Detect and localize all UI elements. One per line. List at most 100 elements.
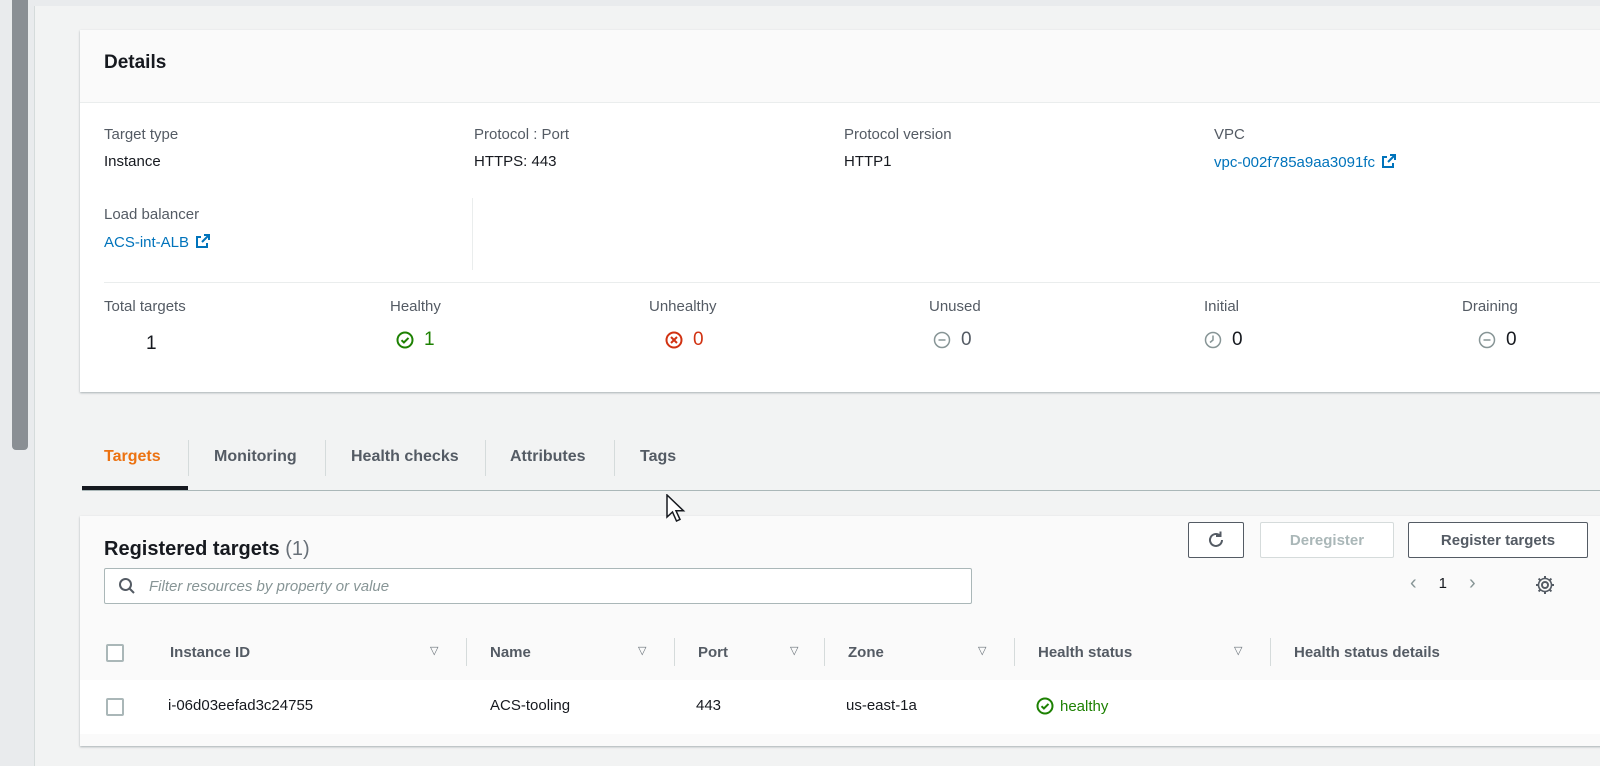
cell-health-status: healthy xyxy=(1036,697,1108,715)
refresh-icon xyxy=(1209,531,1223,547)
table-row[interactable]: i-06d03eefad3c24755 ACS-tooling 443 us-e… xyxy=(80,680,1600,734)
external-link-icon[interactable] xyxy=(195,233,211,249)
sort-caret-icon[interactable]: ▽ xyxy=(790,644,798,657)
instance-id-link[interactable]: i-06d03eefad3c24755 xyxy=(168,697,313,714)
pagination: ‹ 1 › xyxy=(1410,572,1476,595)
tab-targets[interactable]: Targets xyxy=(104,448,161,466)
registered-targets-heading: Registered targets (1) xyxy=(104,538,310,561)
mouse-cursor-icon xyxy=(666,494,686,522)
stat-value: 0 xyxy=(1506,329,1517,350)
check-circle-icon xyxy=(1036,697,1054,715)
stat-label: Unhealthy xyxy=(649,298,717,315)
tab-separator xyxy=(325,440,326,476)
vpc-label: VPC xyxy=(1214,126,1245,143)
target-type-field: Target type Instance xyxy=(104,126,178,170)
stat-value: 1 xyxy=(424,329,435,350)
column-header-health-status[interactable]: Health status xyxy=(1038,644,1132,661)
check-circle-icon xyxy=(396,331,414,349)
filter-search-box[interactable] xyxy=(104,568,972,604)
chevron-right-icon[interactable]: › xyxy=(1469,572,1476,595)
column-separator xyxy=(1014,638,1015,666)
column-header-zone[interactable]: Zone xyxy=(848,644,884,661)
load-balancer-link[interactable]: ACS-int-ALB xyxy=(104,234,189,251)
stat-label: Draining xyxy=(1462,298,1518,315)
clock-icon xyxy=(1204,331,1222,349)
column-header-health-status-details[interactable]: Health status details xyxy=(1294,644,1440,661)
protocol-version-label: Protocol version xyxy=(844,126,952,143)
registered-targets-title: Registered targets xyxy=(104,538,280,560)
select-all-checkbox[interactable] xyxy=(106,644,124,662)
x-circle-icon xyxy=(665,331,683,349)
details-title: Details xyxy=(104,52,167,73)
row-checkbox[interactable] xyxy=(106,698,124,716)
details-panel: Details Target type Instance Protocol : … xyxy=(80,30,1600,392)
vpc-link[interactable]: vpc-002f785a9aa3091fc xyxy=(1214,154,1375,171)
stat-label: Initial xyxy=(1204,298,1240,315)
tab-separator xyxy=(188,440,189,476)
tab-separator xyxy=(485,440,486,476)
column-header-instance-id[interactable]: Instance ID xyxy=(170,644,250,661)
protocol-version-value: HTTP1 xyxy=(844,153,892,170)
target-type-label: Target type xyxy=(104,126,179,143)
minus-circle-icon xyxy=(933,331,951,349)
tab-health-checks[interactable]: Health checks xyxy=(351,448,459,466)
divider xyxy=(472,198,473,270)
load-balancer-field: Load balancer ACS-int-ALB xyxy=(104,206,211,251)
left-rail xyxy=(0,0,35,766)
registered-targets-count: (1) xyxy=(285,538,310,560)
search-icon xyxy=(119,578,135,594)
column-header-port[interactable]: Port xyxy=(698,644,728,661)
stat-initial: Initial 0 xyxy=(1204,298,1243,351)
settings-gear-icon[interactable] xyxy=(1534,574,1556,596)
column-separator xyxy=(824,638,825,666)
filter-input[interactable] xyxy=(147,576,951,596)
divider xyxy=(104,282,1600,283)
sort-caret-icon[interactable]: ▽ xyxy=(978,644,986,657)
cell-port: 443 xyxy=(696,697,722,714)
register-targets-button[interactable]: Register targets xyxy=(1408,522,1588,558)
protocol-port-field: Protocol : Port HTTPS: 443 xyxy=(474,126,569,170)
column-separator xyxy=(1270,638,1271,666)
top-strip xyxy=(34,0,1600,6)
target-type-value: Instance xyxy=(104,153,161,170)
page-number[interactable]: 1 xyxy=(1439,575,1447,592)
sort-caret-icon[interactable]: ▽ xyxy=(638,644,646,657)
stat-healthy: Healthy 1 xyxy=(390,298,441,351)
column-separator xyxy=(674,638,675,666)
cell-zone: us-east-1a xyxy=(846,697,917,714)
external-link-icon[interactable] xyxy=(1381,153,1397,169)
cell-name: ACS-tooling xyxy=(490,697,571,714)
sort-caret-icon[interactable]: ▽ xyxy=(430,644,438,657)
refresh-button[interactable] xyxy=(1188,522,1244,558)
active-tab-indicator xyxy=(82,486,188,490)
vpc-field: VPC vpc-002f785a9aa3091fc xyxy=(1214,126,1397,171)
column-header-name[interactable]: Name xyxy=(490,644,531,661)
details-header: Details xyxy=(80,30,1600,103)
minus-circle-icon xyxy=(1478,331,1496,349)
protocol-port-label: Protocol : Port xyxy=(474,126,570,143)
stat-value: 0 xyxy=(1232,329,1243,350)
table-header-row: Instance ID ▽ Name ▽ Port ▽ Zone ▽ Healt… xyxy=(80,624,1600,681)
stat-label: Healthy xyxy=(390,298,441,315)
tab-separator xyxy=(614,440,615,476)
registered-targets-panel: Registered targets (1) Deregister Regist… xyxy=(80,516,1600,746)
stat-label: Total targets xyxy=(104,298,186,315)
stat-draining: Draining 0 xyxy=(1462,298,1518,351)
stat-total-targets: Total targets 1 xyxy=(104,298,186,355)
chevron-left-icon[interactable]: ‹ xyxy=(1410,572,1417,595)
tab-tags[interactable]: Tags xyxy=(640,448,676,466)
sort-caret-icon[interactable]: ▽ xyxy=(1234,644,1242,657)
protocol-port-value: HTTPS: 443 xyxy=(474,153,557,170)
stat-value: 0 xyxy=(693,329,704,350)
tab-attributes[interactable]: Attributes xyxy=(510,448,586,466)
stat-unhealthy: Unhealthy 0 xyxy=(649,298,717,351)
scrollbar-thumb[interactable] xyxy=(12,0,28,450)
stat-label: Unused xyxy=(929,298,981,315)
stat-unused: Unused 0 xyxy=(929,298,981,351)
tab-monitoring[interactable]: Monitoring xyxy=(214,448,297,466)
health-status-text: healthy xyxy=(1060,697,1109,715)
load-balancer-label: Load balancer xyxy=(104,206,200,223)
protocol-version-field: Protocol version HTTP1 xyxy=(844,126,952,170)
stat-value: 1 xyxy=(146,333,157,354)
deregister-button[interactable]: Deregister xyxy=(1260,522,1394,558)
